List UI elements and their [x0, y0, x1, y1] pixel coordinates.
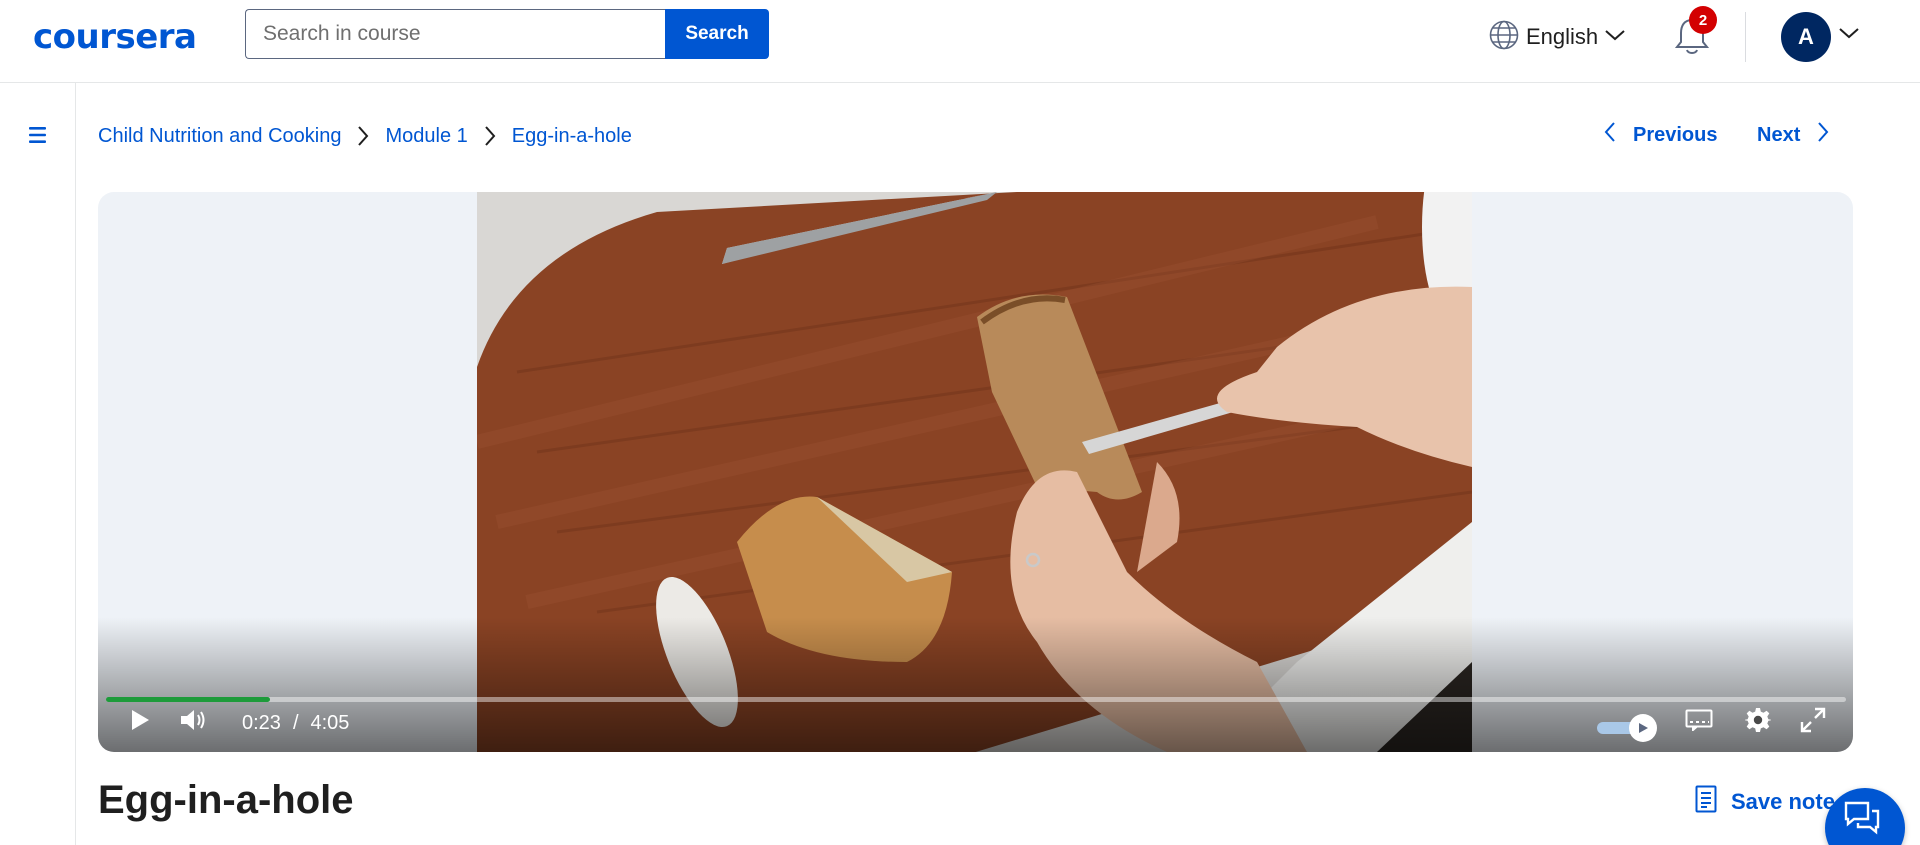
- note-icon: [1695, 785, 1717, 819]
- speed-knob: [1629, 714, 1657, 742]
- bell-icon: [1672, 18, 1712, 62]
- sidebar-divider: [75, 83, 76, 845]
- course-search: Search: [245, 9, 769, 59]
- captions-button[interactable]: [1684, 706, 1714, 738]
- breadcrumb-lesson[interactable]: Egg-in-a-hole: [512, 125, 632, 148]
- time-display: 0:23 / 4:05: [242, 709, 349, 737]
- current-time: 0:23: [242, 711, 281, 734]
- progress-fill: [106, 697, 270, 702]
- next-button[interactable]: Next: [1757, 120, 1830, 150]
- settings-button[interactable]: [1743, 706, 1773, 738]
- breadcrumb-module[interactable]: Module 1: [385, 125, 467, 148]
- coursera-logo[interactable]: coursera: [33, 17, 197, 57]
- breadcrumb-course[interactable]: Child Nutrition and Cooking: [98, 125, 341, 148]
- time-separator: /: [292, 711, 299, 734]
- chat-icon: [1844, 801, 1882, 840]
- breadcrumb: Child Nutrition and Cooking Module 1 Egg…: [98, 121, 632, 151]
- notification-badge: 2: [1689, 6, 1717, 34]
- top-header: coursera Search English 2 A: [0, 0, 1920, 83]
- previous-label: Previous: [1633, 123, 1718, 146]
- captions-icon: [1685, 709, 1713, 736]
- avatar[interactable]: A: [1781, 12, 1831, 62]
- chevron-down-icon[interactable]: [1838, 26, 1860, 45]
- video-frame[interactable]: [477, 192, 1472, 752]
- playback-speed-toggle[interactable]: [1597, 713, 1661, 742]
- settings-icon: [1744, 707, 1772, 738]
- globe-icon: [1488, 19, 1520, 56]
- video-player[interactable]: 0:23 / 4:05: [98, 192, 1853, 752]
- play-icon: [130, 709, 150, 736]
- chevron-right-icon: [1816, 121, 1830, 149]
- volume-button[interactable]: [178, 706, 208, 738]
- chevron-right-icon: [483, 125, 497, 147]
- chat-button[interactable]: [1825, 788, 1905, 845]
- progress-bar[interactable]: [106, 697, 1846, 702]
- save-note-label: Save note: [1731, 789, 1835, 814]
- menu-icon: [25, 127, 50, 152]
- chevron-down-icon: [1604, 28, 1626, 47]
- fullscreen-button[interactable]: [1798, 706, 1828, 738]
- menu-button[interactable]: [25, 122, 50, 148]
- search-input[interactable]: [245, 9, 665, 59]
- language-selector[interactable]: English: [1488, 20, 1626, 54]
- play-button[interactable]: [126, 706, 154, 738]
- previous-button[interactable]: Previous: [1603, 120, 1717, 150]
- volume-icon: [179, 708, 207, 737]
- next-label: Next: [1757, 123, 1801, 146]
- header-divider: [1745, 12, 1746, 62]
- page-title: Egg-in-a-hole: [98, 778, 354, 822]
- search-button[interactable]: Search: [665, 9, 769, 59]
- fullscreen-icon: [1800, 707, 1826, 738]
- notifications-button[interactable]: 2: [1672, 6, 1717, 58]
- chevron-left-icon: [1603, 121, 1617, 149]
- save-note-button[interactable]: Save note: [1695, 785, 1835, 819]
- chevron-right-icon: [356, 125, 370, 147]
- duration: 4:05: [310, 711, 350, 734]
- language-label: English: [1526, 24, 1599, 49]
